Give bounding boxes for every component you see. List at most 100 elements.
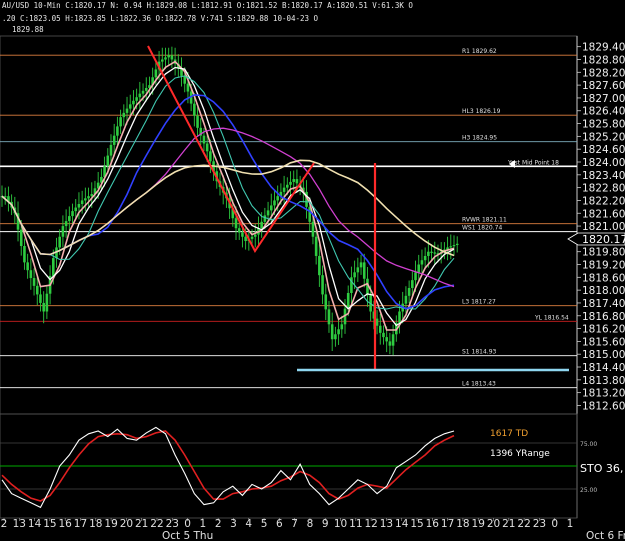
- level-label: R1 1829.62: [462, 48, 497, 55]
- candle-body: [340, 324, 344, 330]
- candle-body: [106, 155, 110, 167]
- date-label: Oct 6 Fri: [586, 530, 625, 541]
- y-tick-label: 1818.60: [582, 272, 625, 284]
- x-tick-label: 20: [487, 518, 500, 530]
- x-tick-label: 13: [13, 518, 26, 530]
- x-tick-label: 0: [184, 518, 191, 530]
- candle-body: [276, 196, 279, 201]
- date-label: Oct 5 Thu: [162, 530, 213, 541]
- candle-body: [125, 108, 129, 113]
- candle-body: [154, 69, 158, 78]
- candle-body: [427, 251, 430, 256]
- candle-body: [311, 221, 315, 237]
- candle-body: [295, 179, 299, 184]
- candle-body: [186, 83, 190, 92]
- x-tick-label: 17: [74, 518, 87, 530]
- candle-body: [263, 215, 267, 222]
- x-tick-label: 1: [567, 518, 574, 530]
- x-tick-label: 0: [551, 518, 558, 530]
- candle-body: [324, 294, 328, 310]
- x-tick-label: 14: [395, 518, 409, 530]
- y-tick-label: 1824.60: [582, 144, 625, 156]
- candle-body: [353, 272, 356, 278]
- candle-body: [407, 288, 411, 296]
- candle-body: [289, 181, 292, 185]
- candle-body: [64, 221, 68, 227]
- candle-body: [19, 229, 23, 246]
- y-tick-label: 1813.20: [582, 388, 625, 400]
- td-label: 1617 TD: [490, 429, 528, 439]
- x-tick-label: 3: [230, 518, 237, 530]
- candle-body: [32, 278, 36, 286]
- last-price-label: 1820.17: [582, 233, 625, 246]
- candle-body: [398, 311, 401, 323]
- osc-tick-label: 25.00: [580, 487, 597, 494]
- candle-body: [39, 294, 42, 303]
- candle-body: [167, 55, 170, 58]
- level-label: WS1 1820.74: [462, 225, 502, 232]
- candle-body: [433, 252, 437, 254]
- candle-body: [58, 236, 62, 248]
- candle-body: [382, 332, 385, 338]
- level-label: HL3 1826.19: [462, 108, 501, 115]
- x-tick-label: 22: [517, 518, 530, 530]
- candle-body: [128, 104, 132, 109]
- candle-body: [430, 251, 433, 253]
- y-tick-label: 1822.80: [582, 183, 625, 195]
- y-tick-label: 1827.60: [582, 80, 625, 92]
- candle-body: [244, 236, 247, 242]
- candle-body: [87, 196, 90, 199]
- candle-body: [138, 93, 142, 98]
- level-label: YL 1816.54: [534, 314, 569, 321]
- candle-body: [132, 100, 135, 105]
- candle-body: [135, 97, 138, 101]
- candle-body: [334, 334, 337, 340]
- candle-body: [119, 117, 122, 127]
- candle-body: [423, 255, 427, 261]
- x-tick-label: 1: [200, 518, 207, 530]
- candle-body: [45, 293, 49, 312]
- candle-body: [314, 236, 318, 256]
- y-tick-label: 1813.80: [582, 375, 625, 387]
- candle-body: [330, 324, 334, 340]
- x-tick-label: 10: [334, 518, 347, 530]
- candle-body: [388, 341, 392, 346]
- candle-body: [356, 267, 360, 273]
- candle-body: [260, 221, 263, 229]
- candle-body: [273, 200, 276, 206]
- y-tick-label: 1827.00: [582, 93, 625, 105]
- candle-body: [160, 59, 164, 62]
- candle-body: [144, 87, 148, 91]
- x-tick-label: 13: [380, 518, 393, 530]
- x-tick-label: 15: [43, 518, 56, 530]
- x-tick-label: 2: [1, 518, 8, 530]
- candle-body: [196, 115, 199, 128]
- candle-body: [23, 246, 26, 263]
- candle-body: [318, 255, 321, 276]
- candle-body: [170, 55, 174, 60]
- y-tick-label: 1824.00: [582, 157, 625, 169]
- candle-body: [29, 270, 33, 279]
- header-prev-bar-line: .20 C:1823.05 H:1823.85 L:1822.36 O:1822…: [2, 14, 319, 23]
- candle-body: [385, 337, 388, 342]
- candle-body: [321, 275, 324, 295]
- candle-body: [84, 198, 87, 201]
- candle-body: [414, 272, 417, 281]
- x-tick-label: 19: [472, 518, 485, 530]
- x-tick-label: 7: [291, 518, 298, 530]
- y-tick-label: 1814.40: [582, 362, 625, 374]
- candle-body: [337, 329, 340, 335]
- x-tick-label: 16: [426, 518, 440, 530]
- x-tick-label: 22: [150, 518, 163, 530]
- sto-label: STO 36,: [580, 462, 623, 475]
- x-tick-label: 9: [322, 518, 329, 530]
- x-tick-label: 23: [166, 518, 179, 530]
- candle-body: [420, 260, 424, 265]
- x-tick-label: 20: [120, 518, 133, 530]
- candle-body: [193, 103, 196, 116]
- candle-body: [455, 243, 459, 246]
- candle-body: [362, 262, 366, 279]
- x-tick-label: 18: [456, 518, 469, 530]
- candle-body: [234, 218, 238, 229]
- candle-body: [35, 285, 39, 295]
